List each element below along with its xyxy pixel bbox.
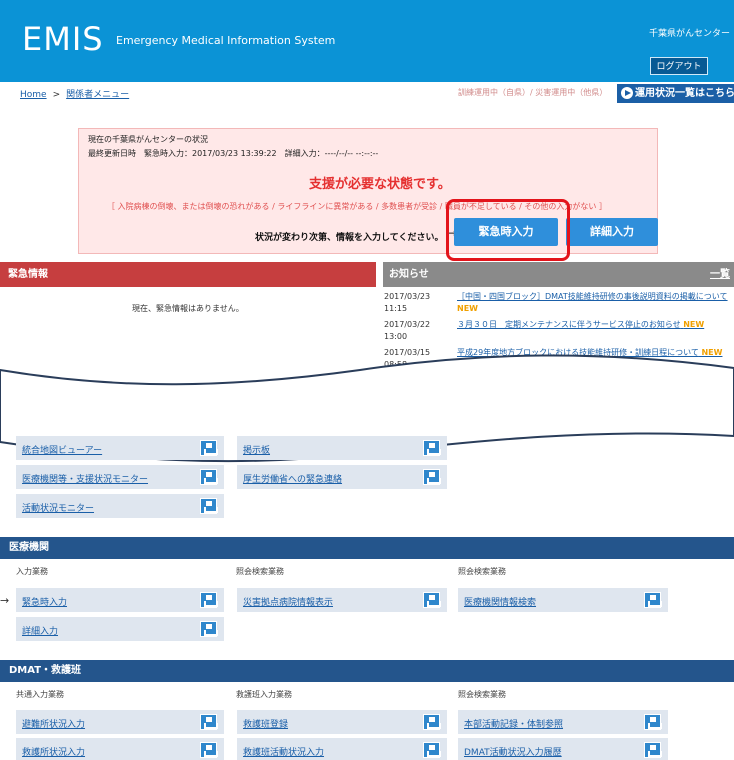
menu-item-relief-team-registration[interactable]: 救護班登録 — [237, 710, 447, 734]
breadcrumb-current-link[interactable]: 関係者メニュー — [66, 90, 129, 100]
input-prompt: 状況が変わり次第、情報を入力してください。 — [255, 233, 444, 243]
menu-item-label[interactable]: 救護所状況入力 — [22, 745, 85, 758]
new-badge: NEW — [683, 320, 705, 329]
manual-icon[interactable] — [423, 742, 441, 758]
menu-item-medical-institution-search[interactable]: 医療機関情報検索 — [458, 588, 668, 612]
column-label: 照会検索業務 — [458, 690, 506, 699]
manual-icon[interactable] — [644, 592, 662, 608]
menu-item-label[interactable]: 統合地図ビューアー — [22, 443, 102, 456]
menu-item-emergency-input[interactable]: 緊急時入力 — [16, 588, 224, 612]
menu-item-integrated-map[interactable]: 統合地図ビューアー — [16, 436, 224, 460]
breadcrumb-separator: > — [52, 90, 61, 100]
menu-item-activity-monitor[interactable]: 活動状況モニター — [16, 494, 224, 518]
menu-item-shelter-status-input[interactable]: 避難所状況入力 — [16, 710, 224, 734]
menu-item-label[interactable]: 厚生労働省への緊急連絡 — [243, 472, 342, 485]
column-label: 照会検索業務 — [236, 567, 284, 576]
notices-header: お知らせ — [383, 262, 734, 287]
manual-icon[interactable] — [200, 714, 218, 730]
menu-item-mhlw-contact[interactable]: 厚生労働省への緊急連絡 — [237, 465, 447, 489]
menu-item-first-aid-status-input[interactable]: 救護所状況入力 — [16, 738, 224, 760]
column-label: 救護班入力業務 — [236, 690, 292, 699]
column-label: 共通入力業務 — [16, 690, 64, 699]
emergency-info-header: 緊急情報 — [0, 262, 376, 287]
manual-icon[interactable] — [200, 592, 218, 608]
column-label: 入力業務 — [16, 567, 48, 576]
manual-icon[interactable] — [200, 742, 218, 758]
logout-button[interactable]: ログアウト — [650, 57, 708, 75]
status-list-button-label: 運用状況一覧はこちら — [635, 88, 734, 99]
menu-item-bulletin-board[interactable]: 掲示板 — [237, 436, 447, 460]
notices-all-link[interactable]: 一覧 — [710, 262, 730, 287]
breadcrumb-home-link[interactable]: Home — [20, 90, 47, 100]
new-badge: NEW — [457, 304, 478, 313]
menu-item-dmat-activity-history[interactable]: DMAT活動状況入力履歴 — [458, 738, 668, 760]
notice-link[interactable]: ［中国・四国ブロック］DMAT技能維持研修の事後説明資料の掲載について — [457, 291, 728, 302]
play-icon — [621, 87, 633, 99]
support-needed-message: 支援が必要な状態です。 — [309, 177, 451, 192]
menu-item-label[interactable]: DMAT活動状況入力履歴 — [464, 745, 562, 758]
menu-item-label[interactable]: 活動状況モニター — [22, 501, 94, 514]
notice-link[interactable]: ３月３０日 定期メンテナンスに伴うサービス停止のお知らせ NEW — [457, 319, 704, 330]
manual-icon[interactable] — [200, 469, 218, 485]
dmat-section-header: DMAT・救護班 — [0, 660, 734, 682]
menu-item-label[interactable]: 救護班登録 — [243, 717, 288, 730]
menu-item-label[interactable]: 詳細入力 — [22, 624, 58, 637]
manual-icon[interactable] — [200, 621, 218, 637]
menu-item-label[interactable]: 医療機関等・支援状況モニター — [22, 472, 148, 485]
notice-date: 2017/03/22 13:00 — [384, 320, 431, 341]
menu-item-hq-activity-record[interactable]: 本部活動記録・体制参照 — [458, 710, 668, 734]
menu-item-label[interactable]: 避難所状況入力 — [22, 717, 85, 730]
menu-item-detail-input[interactable]: 詳細入力 — [16, 617, 224, 641]
facility-status-title: 現在の千葉県がんセンターの状況 — [88, 135, 208, 144]
menu-item-label[interactable]: 本部活動記録・体制参照 — [464, 717, 563, 730]
menu-item-support-monitor[interactable]: 医療機関等・支援状況モニター — [16, 465, 224, 489]
manual-icon[interactable] — [423, 440, 441, 456]
manual-icon[interactable] — [200, 440, 218, 456]
manual-icon[interactable] — [644, 714, 662, 730]
menu-item-label[interactable]: 救護班活動状況入力 — [243, 745, 324, 758]
status-list-button[interactable]: 運用状況一覧はこちら — [617, 84, 734, 103]
emis-logo: EMIS — [22, 20, 104, 58]
logo-subtitle: Emergency Medical Information System — [116, 34, 336, 47]
menu-item-relief-team-activity-input[interactable]: 救護班活動状況入力 — [237, 738, 447, 760]
operation-mode-text: 訓練運用中（自県）/ 災害運用中（他県） — [458, 88, 608, 97]
menu-item-label[interactable]: 医療機関情報検索 — [464, 595, 536, 608]
menu-item-disaster-hospital-info[interactable]: 災害拠点病院情報表示 — [237, 588, 447, 612]
manual-icon[interactable] — [644, 742, 662, 758]
medical-section-header: 医療機関 — [0, 537, 734, 559]
notice-text[interactable]: ［中国・四国ブロック］DMAT技能維持研修の事後説明資料の掲載について — [457, 292, 728, 301]
emergency-info-empty: 現在、緊急情報はありません。 — [132, 304, 244, 313]
manual-icon[interactable] — [423, 592, 441, 608]
column-label: 照会検索業務 — [458, 567, 506, 576]
manual-icon[interactable] — [200, 498, 218, 514]
last-updated-text: 最終更新日時 緊急時入力：2017/03/23 13:39:22 詳細入力：--… — [88, 149, 379, 158]
manual-icon[interactable] — [423, 469, 441, 485]
highlight-box — [446, 199, 570, 261]
menu-item-label[interactable]: 災害拠点病院情報表示 — [243, 595, 333, 608]
side-arrow-icon: → — [0, 594, 10, 607]
detail-input-button[interactable]: 詳細入力 — [566, 218, 658, 246]
menu-item-label[interactable]: 緊急時入力 — [22, 595, 67, 608]
breadcrumb: Home > 関係者メニュー — [20, 87, 129, 100]
notice-date: 2017/03/23 11:15 — [384, 292, 431, 313]
notice-text[interactable]: ３月３０日 定期メンテナンスに伴うサービス停止のお知らせ — [457, 320, 681, 329]
manual-icon[interactable] — [423, 714, 441, 730]
facility-name: 千葉県がんセンター — [648, 29, 730, 39]
menu-item-label[interactable]: 掲示板 — [243, 443, 270, 456]
app-header: EMIS Emergency Medical Information Syste… — [0, 0, 734, 82]
